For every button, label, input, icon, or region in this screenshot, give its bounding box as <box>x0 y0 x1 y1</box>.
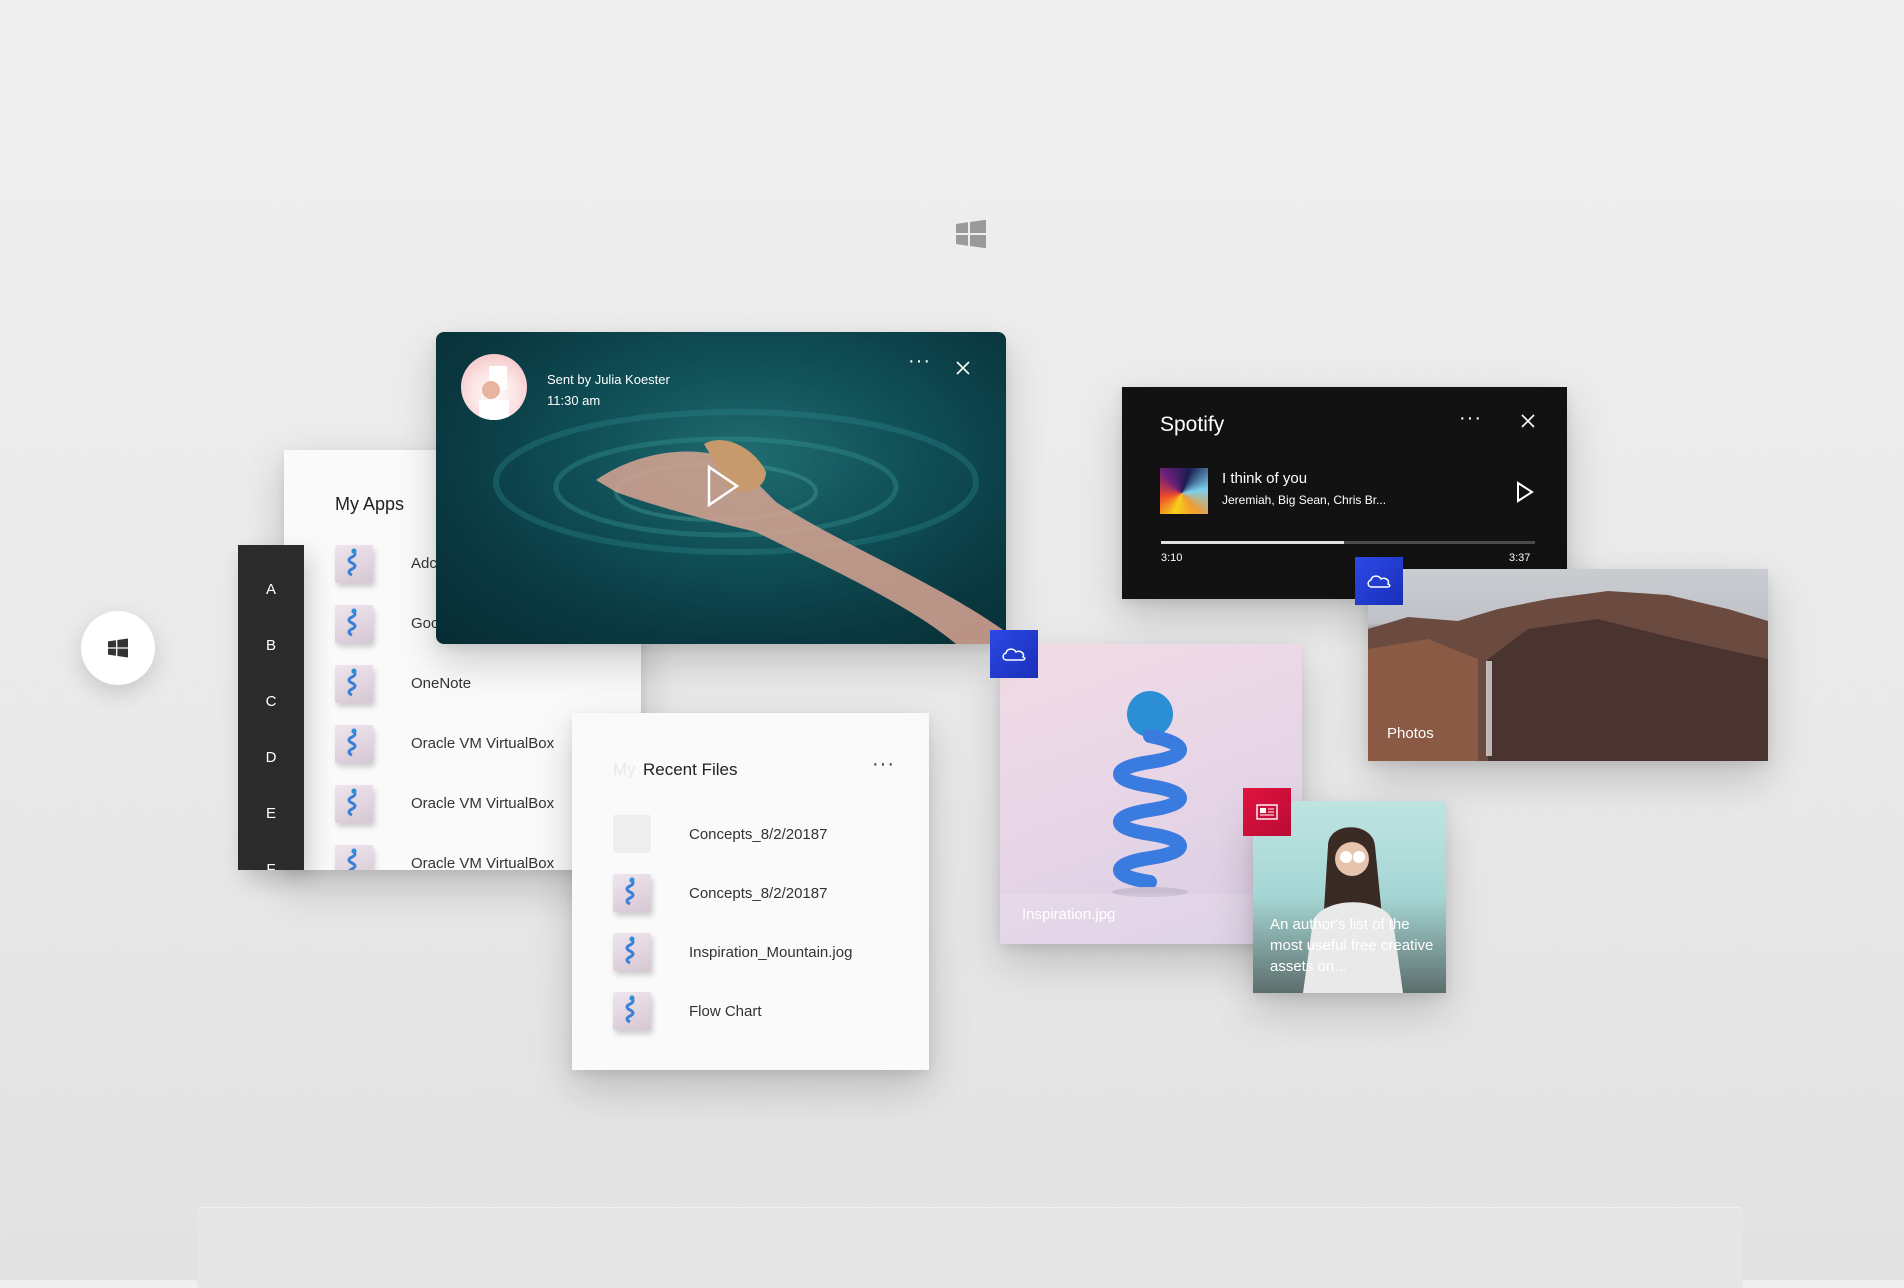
track-duration: 3:37 <box>1509 552 1531 564</box>
video-message-card[interactable]: Sent by Julia Koester 11:30 am ··· <box>436 332 1006 644</box>
recent-files-title: Recent Files <box>643 760 738 779</box>
more-options-button[interactable]: ··· <box>872 753 895 776</box>
play-button[interactable] <box>1516 481 1534 508</box>
letter-a[interactable]: A <box>238 581 304 598</box>
windows-logo-icon <box>956 219 986 249</box>
letter-d[interactable]: D <box>238 749 304 766</box>
play-icon <box>1517 481 1534 503</box>
file-thumbnail-icon <box>613 815 651 853</box>
app-name: Oracle VM VirtualBox <box>411 855 555 870</box>
file-list-item[interactable]: Flow Chart <box>613 992 913 1032</box>
photos-card[interactable]: Photos <box>1368 569 1768 761</box>
onedrive-badge <box>990 630 1038 678</box>
recent-files-panel: My Recent Files ··· Concepts_8/2/20187 C… <box>572 713 929 1070</box>
more-options-button[interactable]: ··· <box>1459 407 1482 430</box>
elapsed-time: 3:10 <box>1161 552 1183 564</box>
my-apps-title: My Apps <box>335 494 405 514</box>
close-icon <box>1521 414 1535 428</box>
sender-avatar[interactable] <box>461 354 527 420</box>
more-options-button[interactable]: ··· <box>908 350 931 373</box>
bottom-panel <box>197 1208 1743 1288</box>
cloud-icon <box>1002 648 1026 661</box>
inspiration-label: Inspiration.jpg <box>1022 906 1116 923</box>
file-list-item[interactable]: Inspiration_Mountain.jog <box>613 933 913 973</box>
app-thumbnail-icon <box>335 725 373 763</box>
title-prefix: My <box>613 760 636 779</box>
app-thumbnail-icon <box>335 605 373 643</box>
letter-c[interactable]: C <box>238 693 304 710</box>
newspaper-icon <box>1256 804 1278 820</box>
spotify-widget: Spotify ··· I think of you Jeremiah, Big… <box>1122 387 1567 599</box>
start-button[interactable] <box>81 611 155 685</box>
app-name: Oracle VM VirtualBox <box>411 735 555 752</box>
news-headline: An author's list of the most useful free… <box>1270 916 1434 975</box>
file-name: Flow Chart <box>689 1003 762 1020</box>
windows-logo-icon <box>108 638 128 658</box>
file-name: Concepts_8/2/20187 <box>689 885 828 902</box>
news-badge <box>1243 788 1291 836</box>
file-name: Concepts_8/2/20187 <box>689 826 828 843</box>
track-title: I think of you <box>1222 470 1308 487</box>
sender-name: Sent by Julia Koester <box>547 372 670 387</box>
app-name: Adc <box>411 555 437 572</box>
app-name: Oracle VM VirtualBox <box>411 795 555 812</box>
play-button[interactable] <box>706 464 740 513</box>
letter-f[interactable]: F <box>238 861 304 870</box>
app-thumbnail-icon <box>335 785 373 823</box>
file-thumbnail-icon <box>613 992 651 1030</box>
progress-fill <box>1161 541 1345 544</box>
play-icon <box>707 464 740 508</box>
photos-label: Photos <box>1387 725 1434 742</box>
app-thumbnail-icon <box>335 665 373 703</box>
file-list-item[interactable]: Concepts_8/2/20187 <box>613 874 913 914</box>
spotify-title: Spotify <box>1160 413 1225 436</box>
album-art[interactable] <box>1160 468 1208 514</box>
app-name: Goc <box>411 615 439 632</box>
app-thumbnail-icon <box>335 545 373 583</box>
close-button[interactable] <box>955 360 971 381</box>
letter-b[interactable]: B <box>238 637 304 654</box>
track-artist: Jeremiah, Big Sean, Chris Br... <box>1222 493 1387 507</box>
file-thumbnail-icon <box>613 933 651 971</box>
app-name: OneNote <box>411 675 472 692</box>
alphabet-index-rail: A B C D E F <box>238 545 304 870</box>
close-icon <box>956 361 970 375</box>
file-thumbnail-icon <box>613 874 651 912</box>
close-button[interactable] <box>1520 413 1536 434</box>
app-list-item[interactable]: OneNote <box>335 665 635 705</box>
file-name: Inspiration_Mountain.jog <box>689 944 853 961</box>
cloud-icon <box>1367 575 1391 588</box>
onedrive-badge <box>1355 557 1403 605</box>
letter-e[interactable]: E <box>238 805 304 822</box>
app-thumbnail-icon <box>335 845 373 870</box>
progress-bar[interactable] <box>1161 541 1535 544</box>
message-time: 11:30 am <box>547 393 601 408</box>
file-list-item[interactable]: Concepts_8/2/20187 <box>613 815 913 855</box>
